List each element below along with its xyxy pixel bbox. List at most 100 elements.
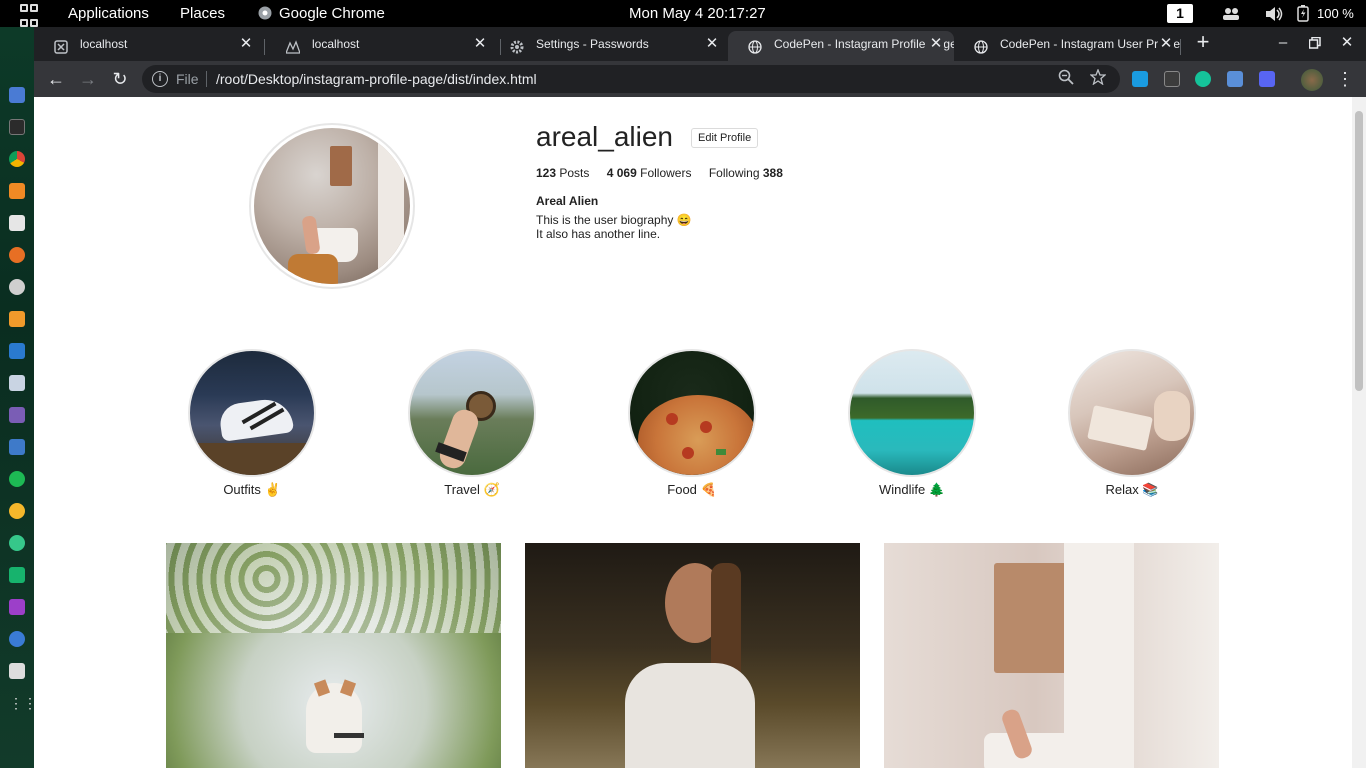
phpstorm-icon[interactable]	[9, 599, 25, 615]
chrome-icon[interactable]	[9, 151, 25, 167]
minimize-icon[interactable]: ‒	[1273, 33, 1293, 53]
highlight-image	[408, 349, 536, 477]
workspace-indicator[interactable]: 1	[1167, 4, 1193, 23]
new-tab-button[interactable]: +	[1193, 31, 1213, 55]
highlight-label: Outfits ✌	[223, 482, 281, 497]
settings-icon[interactable]	[9, 279, 25, 295]
gear-icon	[510, 37, 524, 54]
tab-title: localhost	[80, 37, 128, 51]
close-icon[interactable]: ✕	[238, 31, 254, 57]
back-icon[interactable]: ←	[46, 69, 66, 89]
battery-icon[interactable]	[1297, 0, 1309, 27]
following-stat[interactable]: Following 388	[709, 166, 783, 180]
highlight-image	[188, 349, 316, 477]
tab-localhost-2[interactable]: localhost ✕	[266, 31, 498, 61]
extension-video-icon[interactable]	[1259, 71, 1275, 87]
globe-icon	[974, 37, 988, 54]
highlight-image	[1068, 349, 1196, 477]
dock: ⋮⋮	[0, 27, 37, 768]
info-icon[interactable]: i	[152, 71, 168, 87]
post-image-cat[interactable]	[166, 543, 501, 768]
battery-percent[interactable]: 100 %	[1317, 0, 1354, 27]
profile-bio: This is the user biography 😄 It also has…	[536, 213, 692, 241]
followers-stat[interactable]: 4 069 Followers	[607, 166, 692, 180]
url-text[interactable]: /root/Desktop/instagram-profile-page/dis…	[216, 71, 537, 87]
close-icon[interactable]: ✕	[928, 31, 944, 57]
terminal-icon[interactable]	[9, 119, 25, 135]
highlight-travel[interactable]: Travel 🧭	[408, 349, 536, 498]
sublime-icon[interactable]	[9, 311, 25, 327]
vscode-icon[interactable]	[9, 343, 25, 359]
spotify-icon[interactable]	[9, 471, 25, 487]
profile-avatar-large[interactable]	[249, 123, 415, 289]
device-icon[interactable]	[9, 663, 25, 679]
edit-profile-button[interactable]: Edit Profile	[691, 128, 759, 148]
highlight-relax[interactable]: Relax 📚	[1068, 349, 1196, 498]
highlight-label: Relax 📚	[1105, 482, 1159, 497]
tab-title: Settings - Passwords	[536, 37, 649, 51]
close-icon[interactable]: ✕	[704, 31, 720, 57]
menu-kebab-icon[interactable]: ⋮	[1335, 69, 1355, 89]
highlight-label: Windlife 🌲	[878, 482, 946, 497]
show-apps-icon[interactable]: ⋮⋮	[9, 695, 37, 711]
pycharm-icon[interactable]	[9, 567, 25, 583]
forward-icon[interactable]: →	[78, 69, 98, 89]
video-editor-icon[interactable]	[9, 407, 25, 423]
post-image-coffee[interactable]	[884, 543, 1219, 768]
profile-avatar[interactable]	[1301, 69, 1323, 91]
highlight-outfits[interactable]: Outfits ✌	[188, 349, 316, 498]
address-bar[interactable]: i File /root/Desktop/instagram-profile-p…	[142, 65, 1120, 93]
posts-stat[interactable]: 123 Posts	[536, 166, 589, 180]
firefox-icon[interactable]	[9, 247, 25, 263]
grammarly-icon[interactable]	[1195, 71, 1211, 87]
profile-full-name: Areal Alien	[536, 194, 599, 208]
volume-icon[interactable]	[1266, 0, 1284, 27]
mountain-icon	[285, 37, 301, 54]
app-menu[interactable]: Google Chrome	[279, 0, 385, 27]
highlight-label: Food 🍕	[667, 482, 717, 497]
globe-icon	[748, 37, 762, 54]
post-image-woman[interactable]	[525, 543, 860, 768]
highlight-food[interactable]: Food 🍕	[628, 349, 756, 498]
tab-localhost-1[interactable]: localhost ✕	[34, 31, 264, 61]
close-icon[interactable]: ✕	[1158, 31, 1174, 57]
people-icon[interactable]	[1222, 0, 1240, 27]
extension-translate-icon[interactable]	[1132, 71, 1148, 87]
close-window-icon[interactable]: ✕	[1337, 33, 1357, 53]
tab-strip: localhost ✕ localhost ✕ Settings - Passw…	[34, 27, 1366, 61]
app-icon[interactable]	[9, 215, 25, 231]
chrome-app-icon	[258, 0, 272, 27]
files-icon[interactable]	[9, 87, 25, 103]
tab-codepen-profile-page[interactable]: CodePen - Instagram Profile Page ✕	[728, 31, 954, 61]
scrollbar-thumb[interactable]	[1355, 111, 1363, 391]
close-icon[interactable]: ✕	[472, 31, 488, 57]
maps-icon[interactable]	[9, 535, 25, 551]
tab-title: CodePen - Instagram User Profile	[1000, 37, 1181, 51]
tab-title: CodePen - Instagram Profile Page	[774, 37, 954, 51]
scheme-label: File	[176, 71, 199, 87]
places-menu[interactable]: Places	[180, 0, 225, 27]
highlight-windlife[interactable]: Windlife 🌲	[848, 349, 976, 498]
highlight-image	[848, 349, 976, 477]
vlc-icon[interactable]	[9, 183, 25, 199]
bookmark-star-icon[interactable]	[1089, 68, 1107, 88]
applications-menu[interactable]: Applications	[68, 0, 149, 27]
profile-username: areal_alien	[536, 121, 673, 152]
reload-icon[interactable]: ↻	[110, 69, 130, 89]
bio-line: It also has another line.	[536, 227, 661, 241]
browser-toolbar: ← → ↻ i File /root/Desktop/instagram-pro…	[34, 61, 1366, 97]
zoom-icon[interactable]	[1058, 69, 1074, 88]
tab-settings-passwords[interactable]: Settings - Passwords ✕	[490, 31, 730, 61]
extension-box-icon[interactable]	[1164, 71, 1180, 87]
highlight-image	[628, 349, 756, 477]
extension-cloud-icon[interactable]	[1227, 71, 1243, 87]
tab-title: localhost	[312, 37, 360, 51]
vertical-scrollbar[interactable]	[1352, 97, 1366, 768]
maximize-icon[interactable]	[1305, 33, 1325, 53]
qbittorrent-icon[interactable]	[9, 631, 25, 647]
document-icon[interactable]	[9, 439, 25, 455]
app-round-icon[interactable]	[9, 503, 25, 519]
virtualbox-icon[interactable]	[9, 375, 25, 391]
tab-codepen-user-profile[interactable]: CodePen - Instagram User Profile ✕	[954, 31, 1184, 61]
clock[interactable]: Mon May 4 20:17:27	[629, 0, 766, 27]
